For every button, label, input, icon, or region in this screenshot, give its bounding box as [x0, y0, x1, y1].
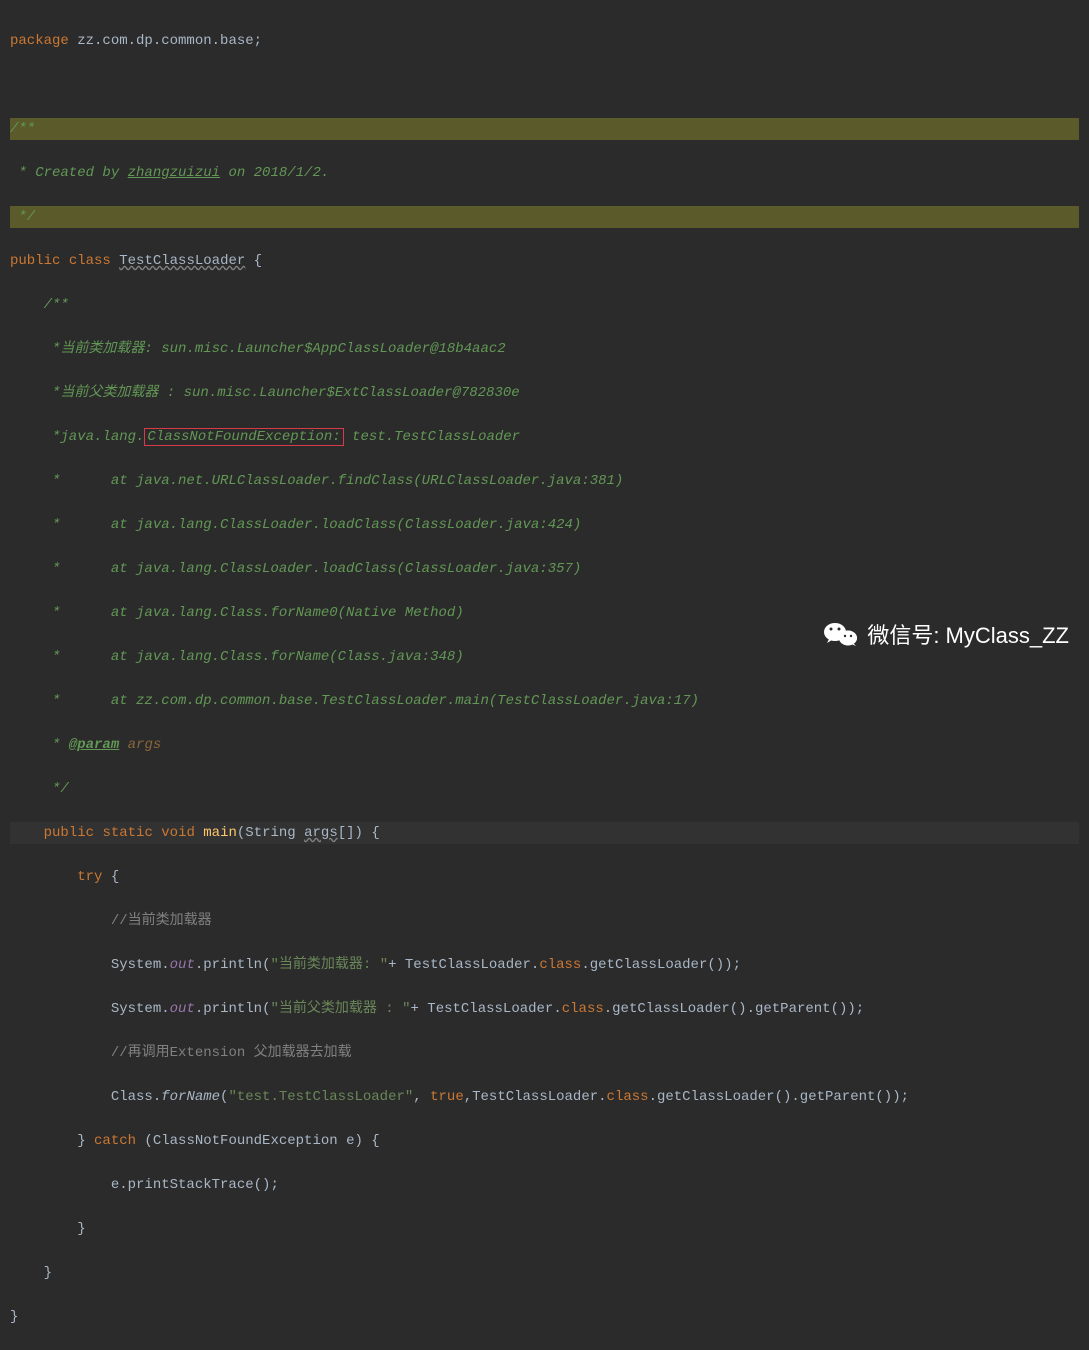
code-line: }: [10, 1262, 1079, 1284]
code-line: * @param args: [10, 734, 1079, 756]
code-line: //当前类加载器: [10, 910, 1079, 932]
code-line: e.printStackTrace();: [10, 1174, 1079, 1196]
code-line: /**: [10, 118, 1079, 140]
code-line: /**: [10, 294, 1079, 316]
code-line: System.out.println("当前父类加载器 : "+ TestCla…: [10, 998, 1079, 1020]
watermark-text: 微信号: MyClass_ZZ: [867, 618, 1069, 650]
code-line: package zz.com.dp.common.base;: [10, 30, 1079, 52]
code-line: *当前父类加载器 : sun.misc.Launcher$ExtClassLoa…: [10, 382, 1079, 404]
code-line: } catch (ClassNotFoundException e) {: [10, 1130, 1079, 1152]
code-line: * Created by zhangzuizui on 2018/1/2.: [10, 162, 1079, 184]
code-line: [10, 74, 1079, 96]
code-line: *java.lang.ClassNotFoundException: test.…: [10, 426, 1079, 448]
code-line: */: [10, 778, 1079, 800]
code-line: */: [10, 206, 1079, 228]
watermark: 微信号: MyClass_ZZ: [823, 618, 1069, 650]
code-line: //再调用Extension 父加载器去加载: [10, 1042, 1079, 1064]
code-line: * at java.lang.ClassLoader.loadClass(Cla…: [10, 558, 1079, 580]
code-editor[interactable]: package zz.com.dp.common.base; /** * Cre…: [0, 0, 1089, 1350]
code-line: Class.forName("test.TestClassLoader", tr…: [10, 1086, 1079, 1108]
code-line: public class TestClassLoader {: [10, 250, 1079, 272]
code-line: }: [10, 1306, 1079, 1328]
wechat-icon: [823, 619, 859, 649]
code-line: }: [10, 1218, 1079, 1240]
code-line: * at zz.com.dp.common.base.TestClassLoad…: [10, 690, 1079, 712]
code-line: *当前类加载器: sun.misc.Launcher$AppClassLoade…: [10, 338, 1079, 360]
code-line-cursor: public static void main(String args[]) {: [10, 822, 1079, 844]
code-line: * at java.lang.ClassLoader.loadClass(Cla…: [10, 514, 1079, 536]
code-line: * at java.net.URLClassLoader.findClass(U…: [10, 470, 1079, 492]
code-line: System.out.println("当前类加载器: "+ TestClass…: [10, 954, 1079, 976]
code-line: try {: [10, 866, 1079, 888]
